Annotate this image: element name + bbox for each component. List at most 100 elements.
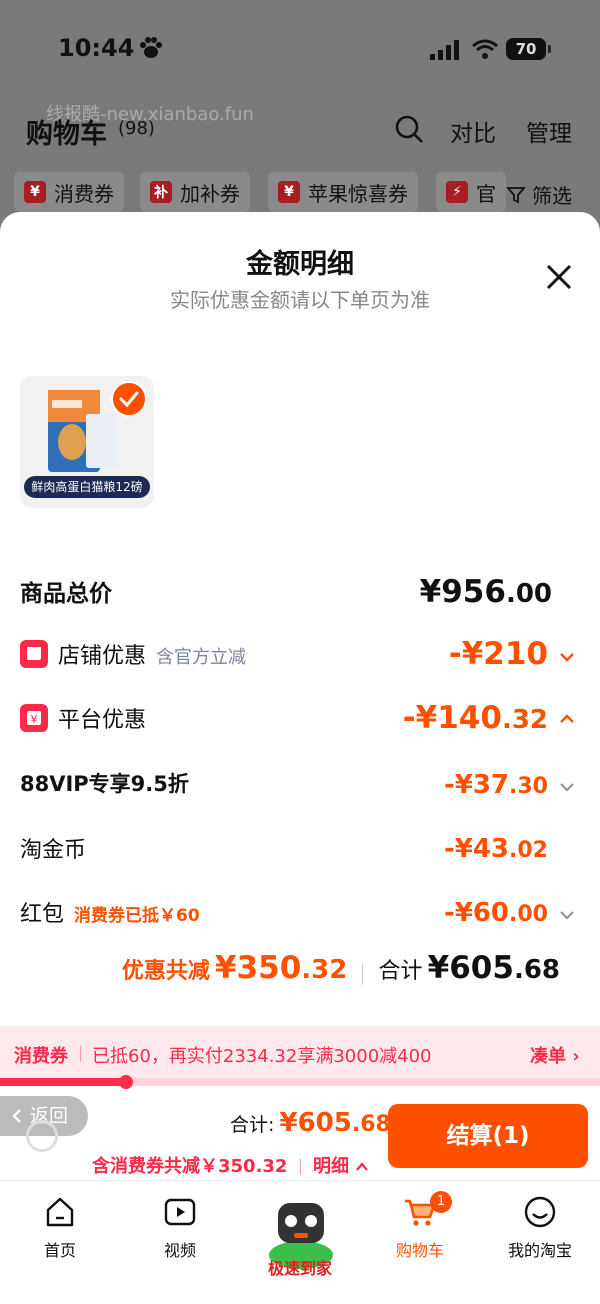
chip-official[interactable]: ⚡ 官 [436,172,506,212]
search-icon[interactable] [394,114,424,144]
row-label: 商品总价 [20,581,112,607]
tab-label: 极速到家 [267,1259,332,1278]
platform-coupon-icon: ¥ [20,704,48,732]
manage-button[interactable]: 管理 [526,114,572,148]
chip-subsidy-coupon[interactable]: 补 加补券 [140,172,250,212]
chevron-down-icon [560,653,574,662]
checkout-total-value: ¥605.68 [279,1108,391,1138]
profile-icon [524,1196,556,1228]
checkmark-icon[interactable] [110,380,148,418]
row-88vip-discount[interactable]: 88VIP专享9.5折 -¥37.30 [20,768,580,804]
banner-tag: 消费券 [14,1046,68,1067]
chip-label: 消费券 [54,181,114,206]
summary-total-label: 合计 [378,959,423,984]
divider [299,1159,301,1175]
chevron-up-icon [560,714,574,723]
chevron-up-icon [356,1162,369,1171]
cart-badge: 1 [430,1191,452,1213]
lightning-icon: ⚡ [446,181,468,203]
row-label: 平台优惠 [58,708,147,733]
battery-tip [548,45,551,53]
coupon-icon: ¥ [278,181,300,203]
chip-label: 苹果惊喜券 [308,181,408,206]
taojinbi-value: -¥43.02 [443,834,548,864]
chip-consumer-coupon[interactable]: ¥ 消费券 [14,172,124,212]
row-shop-discount[interactable]: 店铺优惠 含官方立减 -¥210 [20,636,580,676]
close-icon[interactable] [544,262,574,292]
wifi-icon [472,39,498,59]
add-items-link[interactable]: 凑单 › [530,1042,580,1068]
checkout-discount-text: 含消费券共减￥350.32 [92,1156,288,1177]
row-sublabel: 含官方立减 [156,647,247,668]
row-taojinbi: 淘金币 -¥43.02 [20,832,580,868]
discount-summary: 优惠共减 ¥350.32 合计 ¥605.68 [0,950,560,986]
chip-label: 官 [476,181,496,206]
product-label: 鲜肉高蛋白猫粮12磅 [24,476,150,498]
coupon-progress-fill [0,1078,126,1086]
tab-my-taobao[interactable]: 我的淘宝 [480,1195,600,1261]
tab-label: 购物车 [395,1241,444,1260]
chip-label: 加补券 [180,181,240,206]
platform-discount-value: -¥140.32 [402,700,548,736]
red-packet-value: -¥60.00 [443,898,548,928]
summary-discount-label: 优惠共减 [121,959,210,984]
shop-discount-value: -¥210 [448,636,548,672]
detail-toggle[interactable]: 明细 [313,1156,369,1177]
chip-apple-coupon[interactable]: ¥ 苹果惊喜券 [268,172,418,212]
row-red-packet[interactable]: 红包 消费券已抵￥60 -¥60.00 [20,896,580,932]
tab-label: 视频 [163,1241,196,1260]
divider [80,1046,81,1062]
shop-icon [20,640,48,668]
tab-fast-delivery[interactable]: 极速到家 [240,1195,360,1295]
summary-total-value: ¥605.68 [427,950,560,986]
page-title: 购物车 [26,119,107,150]
compare-button[interactable]: 对比 [450,114,496,148]
tab-video[interactable]: 视频 [120,1195,240,1261]
checkout-button[interactable]: 结算(1) [388,1104,588,1168]
filter-icon [506,186,526,203]
signal-icon [430,40,459,60]
tab-cart[interactable]: 1 购物车 [360,1191,480,1261]
tab-label: 我的淘宝 [507,1241,572,1260]
battery-indicator: 70 [506,38,546,60]
subsidy-icon: 补 [150,181,172,203]
amount-detail-sheet: 金额明细 实际优惠金额请以下单页为准 鲜肉高蛋白猫粮12磅 商品总价 ¥956.… [0,212,600,1304]
chevron-down-icon [560,911,574,920]
checkout-total-label: 合计: [230,1114,275,1136]
filter-label: 筛选 [532,184,572,208]
checkout-discount: 含消费券共减￥350.32 明细 [92,1152,369,1178]
row-label: 88VIP专享9.5折 [20,772,189,796]
row-label: 红包 消费券已抵￥60 [20,902,200,927]
bottom-tab-bar: 首页 视频 极速到家 1 购物车 我的淘宝 [0,1180,600,1304]
status-time: 10:44 [58,34,135,62]
tab-label: 首页 [43,1241,76,1260]
filter-button[interactable]: 筛选 [506,180,572,209]
coupon-icon: ¥ [24,181,46,203]
vip-discount-value: -¥37.30 [443,770,548,800]
chevron-left-icon [12,1109,21,1123]
sheet-subtitle: 实际优惠金额请以下单页为准 [170,288,430,312]
sheet-title: 金额明细 [246,249,354,280]
row-label: 店铺优惠 含官方立减 [58,644,247,669]
cart-count: (98) [118,118,155,139]
row-label: 淘金币 [20,838,87,863]
coupon-banner: 消费券 已抵60，再实付2334.32享满3000减400 凑单 › [0,1026,600,1082]
home-icon [46,1197,74,1227]
video-icon [164,1198,196,1226]
summary-discount-value: ¥350.32 [215,950,348,986]
chevron-down-icon [560,783,574,792]
goods-total-value: ¥956.00 [419,574,552,610]
tab-home[interactable]: 首页 [0,1195,120,1261]
row-sublabel: 消费券已抵￥60 [74,906,200,926]
select-all-checkbox[interactable] [26,1120,58,1152]
coupon-progress-handle [119,1075,133,1089]
svg-text:¥: ¥ [31,713,38,726]
checkout-total: 合计: ¥605.68 [230,1108,391,1138]
row-goods-total: 商品总价 ¥956.00 [20,574,580,614]
coupon-progress [0,1075,600,1089]
row-platform-discount[interactable]: ¥ 平台优惠 -¥140.32 [20,700,580,740]
status-bar: 10:44 70 [0,0,600,96]
banner-text: 已抵60，再实付2334.32享满3000减400 [92,1046,432,1067]
paw-icon [140,37,162,58]
divider [362,962,364,985]
